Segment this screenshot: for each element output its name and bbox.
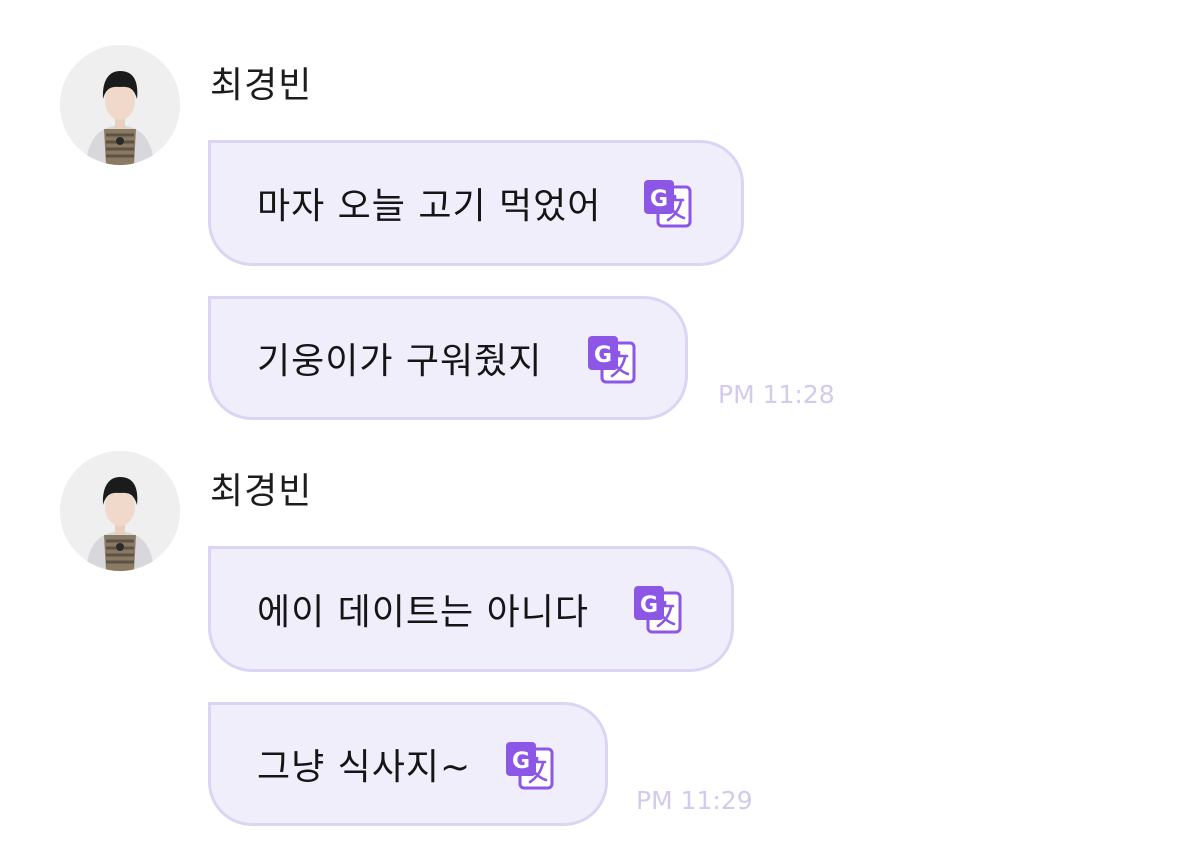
translate-icon[interactable]: G (504, 740, 554, 790)
profile-photo-icon (60, 451, 180, 571)
timestamp: PM 11:28 (718, 380, 835, 409)
svg-text:G: G (650, 187, 668, 212)
avatar[interactable] (60, 45, 180, 165)
message-text: 기웅이가 구워줬지 (257, 341, 543, 382)
translate-icon[interactable]: G (642, 178, 692, 228)
profile-photo-icon (60, 45, 180, 165)
sender-name: 최경빈 (210, 65, 313, 106)
message-text: 에이 데이트는 아니다 (257, 592, 589, 633)
svg-text:G: G (594, 343, 612, 368)
translate-icon[interactable]: G (586, 334, 636, 384)
svg-text:G: G (640, 593, 658, 618)
chat-thread: 최경빈 마자 오늘 고기 먹었어 G 기웅이가 구워줬지 G PM 11:28 … (0, 0, 1200, 866)
message-text: 그냥 식사지~ (257, 747, 472, 788)
message-text: 마자 오늘 고기 먹었어 (257, 186, 602, 227)
timestamp: PM 11:29 (636, 786, 753, 815)
avatar[interactable] (60, 451, 180, 571)
svg-text:G: G (512, 749, 530, 774)
translate-icon[interactable]: G (632, 584, 682, 634)
sender-name: 최경빈 (210, 471, 313, 512)
